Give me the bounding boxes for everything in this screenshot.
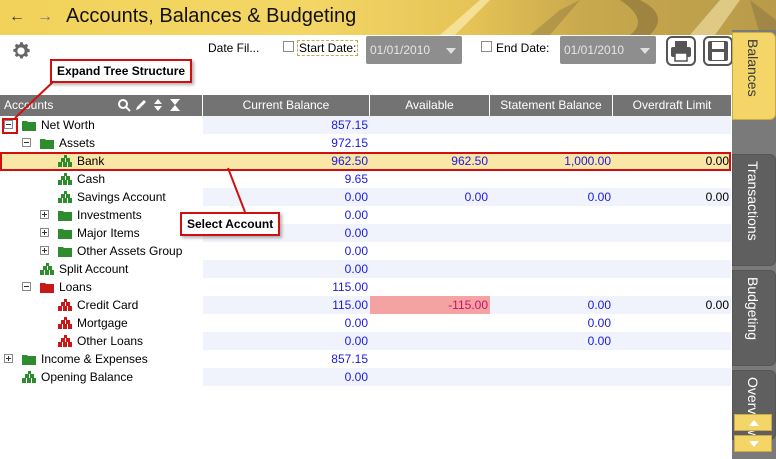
callout-select-account: Select Account <box>180 212 281 236</box>
select-highlight-box <box>0 152 731 171</box>
callout-expand-tree: Expand Tree Structure <box>50 59 193 83</box>
